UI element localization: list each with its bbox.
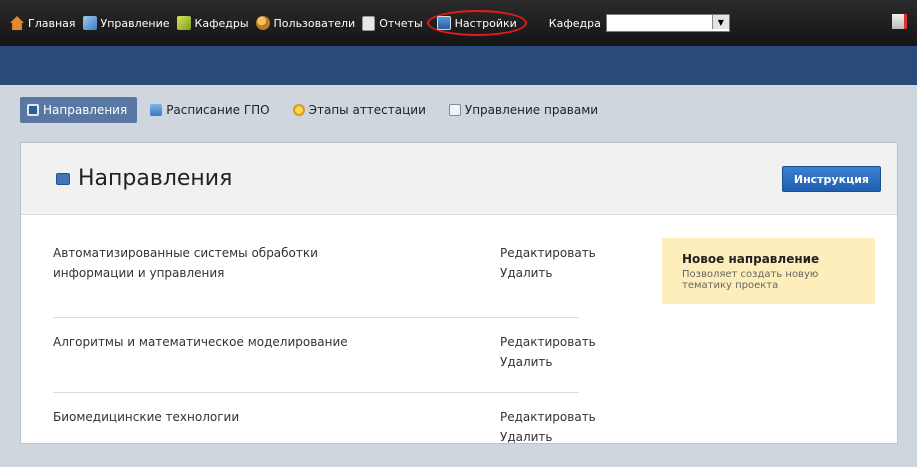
home-icon	[10, 16, 24, 30]
nav-item-label: Главная	[28, 16, 76, 30]
kafedra-select[interactable]: ▼	[605, 14, 730, 32]
delete-link[interactable]: Удалить	[500, 427, 596, 447]
instruction-button[interactable]: Инструкция	[781, 166, 881, 192]
tab-label: Расписание ГПО	[166, 103, 270, 117]
settings-icon	[436, 16, 451, 30]
nav-item-settings[interactable]: Настройки	[426, 10, 527, 36]
row-actions: Редактировать Удалить	[500, 243, 596, 283]
rights-icon	[448, 104, 461, 116]
departments-icon	[176, 16, 191, 30]
list-item: Биомедицинские технологии Редактировать …	[53, 393, 596, 467]
directions-panel: Направления Инструкция Автоматизированны…	[20, 142, 898, 444]
edit-link[interactable]: Редактировать	[500, 332, 596, 352]
calendar-icon	[150, 104, 163, 116]
management-icon	[82, 16, 97, 30]
edit-link[interactable]: Редактировать	[500, 407, 596, 427]
nav-item-label: Кафедры	[194, 16, 249, 30]
directions-list: Автоматизированные системы обработки инф…	[53, 243, 596, 467]
edit-link[interactable]: Редактировать	[500, 243, 596, 263]
new-direction-card[interactable]: Новое направление Позволяет создать нову…	[662, 238, 875, 304]
section-tabs: Направления Расписание ГПО Этапы аттеста…	[20, 97, 614, 123]
top-navigation-bar: Главная Управление Кафедры Пользователи …	[0, 0, 917, 46]
list-item: Автоматизированные системы обработки инф…	[53, 243, 596, 318]
nav-item-home[interactable]: Главная	[10, 16, 76, 30]
nav-item-departments[interactable]: Кафедры	[176, 16, 249, 30]
directions-icon	[27, 104, 39, 116]
new-direction-description: Позволяет создать новую тематику проекта	[682, 269, 819, 291]
delete-link[interactable]: Удалить	[500, 352, 596, 372]
stages-icon	[292, 104, 305, 116]
chevron-down-icon[interactable]: ▼	[711, 15, 729, 29]
list-item: Алгоритмы и математическое моделирование…	[53, 318, 596, 393]
nav-item-label: Управление	[100, 16, 170, 30]
kafedra-select-value	[607, 15, 712, 31]
header-band	[0, 46, 917, 85]
tab-directions[interactable]: Направления	[20, 97, 138, 123]
new-direction-title: Новое направление	[682, 252, 820, 266]
nav-item-management[interactable]: Управление	[82, 16, 170, 30]
direction-name: Автоматизированные системы обработки инф…	[53, 246, 318, 280]
users-icon	[255, 16, 270, 30]
tab-attestation-stages[interactable]: Этапы аттестации	[286, 97, 436, 123]
nav-item-label: Настройки	[454, 16, 517, 30]
directions-icon	[56, 172, 70, 185]
tab-label: Этапы аттестации	[308, 103, 426, 117]
direction-name: Биомедицинские технологии	[53, 410, 240, 424]
kafedra-label: Кафедра	[548, 16, 601, 30]
exit-icon[interactable]	[892, 14, 907, 29]
tab-rights-management[interactable]: Управление правами	[442, 97, 608, 123]
row-actions: Редактировать Удалить	[500, 332, 596, 372]
direction-name: Алгоритмы и математическое моделирование	[53, 335, 348, 349]
row-actions: Редактировать Удалить	[500, 407, 596, 447]
tab-label: Управление правами	[464, 103, 599, 117]
delete-link[interactable]: Удалить	[500, 263, 596, 283]
nav-item-label: Отчеты	[379, 16, 423, 30]
nav-item-label: Пользователи	[273, 16, 356, 30]
tab-gpo-schedule[interactable]: Расписание ГПО	[143, 97, 279, 123]
nav-item-users[interactable]: Пользователи	[255, 16, 356, 30]
page-title: Направления	[78, 166, 233, 191]
reports-icon	[362, 15, 376, 31]
tab-label: Направления	[43, 103, 128, 117]
nav-item-reports[interactable]: Отчеты	[362, 15, 423, 31]
panel-header: Направления Инструкция	[21, 143, 897, 215]
